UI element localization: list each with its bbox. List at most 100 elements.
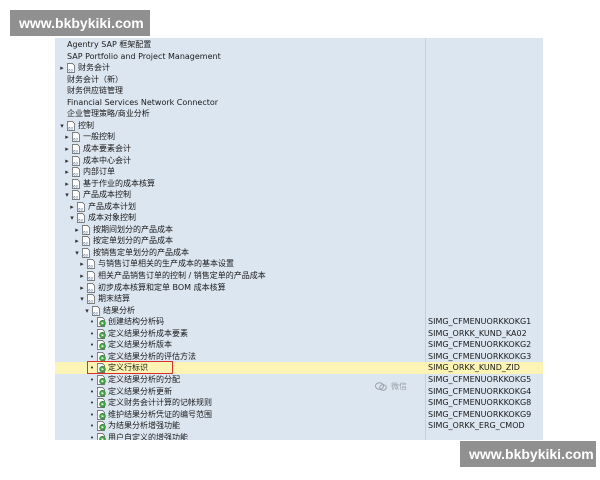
tree-node-label[interactable]: 创建结构分析码 — [108, 316, 164, 328]
collapse-arrow-icon[interactable]: ▾ — [73, 247, 81, 259]
tree-node[interactable]: ▸ 63 财务会计 — [55, 62, 543, 74]
tree-node[interactable]: 企业管理策略/商业分析 — [55, 108, 543, 120]
tree-node[interactable]: • 定义结果分析更新 SIMG_CFMENUORKKOKG4 — [55, 386, 543, 398]
tree-node[interactable]: ▸ 63 按期间划分的产品成本 — [55, 224, 543, 236]
tree-node-label[interactable]: Agentry SAP 框架配置 — [67, 39, 151, 51]
expand-arrow-icon[interactable]: ▸ — [78, 270, 86, 282]
tree-node-label[interactable]: 产品成本计划 — [88, 201, 136, 213]
execute-activity-icon[interactable] — [96, 421, 106, 431]
tree-node[interactable]: ▸ 63 基于作业的成本核算 — [55, 178, 543, 190]
tree-node[interactable]: 财务供应链管理 — [55, 85, 543, 97]
tree-node-label[interactable]: 定义结果分析更新 — [108, 386, 172, 398]
tree-node-label[interactable]: Financial Services Network Connector — [67, 97, 218, 109]
tree-node[interactable]: ▸ 63 相关产品销售订单的控制 / 销售定单的产品成本 — [55, 270, 543, 282]
svg-text:63: 63 — [73, 161, 78, 165]
svg-text:63: 63 — [88, 288, 93, 292]
execute-activity-icon[interactable] — [96, 386, 106, 397]
collapse-arrow-icon[interactable]: ▾ — [63, 189, 71, 201]
expand-arrow-icon[interactable]: ▸ — [73, 235, 81, 247]
tree-node-label[interactable]: 与销售订单相关的生产成本的基本设置 — [98, 258, 234, 270]
tree-node[interactable]: • 定义财务会计计算的记帐规则 SIMG_CFMENUORKKOKG8 — [55, 397, 543, 409]
tree-node-label[interactable]: 财务供应链管理 — [67, 85, 123, 97]
img-structure-tree[interactable]: Agentry SAP 框架配置 SAP Portfolio and Projec… — [55, 38, 543, 440]
tree-node-label[interactable]: 定义财务会计计算的记帐规则 — [108, 397, 212, 409]
tree-node[interactable]: ▾ 63 结果分析 — [55, 305, 543, 317]
tree-node-label[interactable]: 为结果分析增强功能 — [108, 420, 180, 432]
tree-node[interactable]: 财务会计（新） — [55, 74, 543, 86]
tree-node-label[interactable]: 财务会计 — [78, 62, 110, 74]
tree-node[interactable]: • 定义结果分析成本要素 SIMG_ORKK_KUND_KA02 — [55, 328, 543, 340]
execute-activity-icon[interactable] — [96, 351, 106, 362]
leaf-bullet-icon: • — [89, 329, 95, 338]
tree-node-label[interactable]: 财务会计（新） — [67, 74, 123, 86]
tree-node-label[interactable]: 定义结果分析版本 — [108, 339, 172, 351]
collapse-arrow-icon[interactable]: ▾ — [68, 212, 76, 224]
tree-node[interactable]: • 创建结构分析码 SIMG_CFMENUORKKOKG1 — [55, 316, 543, 328]
tree-node[interactable]: ▸ 63 按定单划分的产品成本 — [55, 235, 543, 247]
tree-node[interactable]: ▾ 63 产品成本控制 — [55, 189, 543, 201]
leaf-bullet-icon: • — [89, 410, 95, 419]
expand-arrow-icon[interactable]: ▸ — [63, 131, 71, 143]
tree-node-label[interactable]: 结果分析 — [103, 305, 135, 317]
tree-node[interactable]: ▸ 63 初步成本核算和定单 BOM 成本核算 — [55, 282, 543, 294]
tree-node[interactable]: Financial Services Network Connector — [55, 97, 543, 109]
expand-arrow-icon[interactable]: ▸ — [63, 155, 71, 167]
execute-activity-icon[interactable] — [96, 398, 106, 408]
tree-node[interactable]: • 维护结果分析凭证的编号范围 SIMG_CFMENUORKKOKG9 — [55, 409, 543, 421]
tree-node-label[interactable]: 按定单划分的产品成本 — [93, 235, 173, 247]
execute-activity-icon[interactable] — [96, 432, 106, 440]
tree-node-label[interactable]: 基于作业的成本核算 — [83, 178, 155, 190]
tree-node[interactable]: • 为结果分析增强功能 SIMG_ORKK_ERG_CMOD — [55, 420, 543, 432]
tree-node-label[interactable]: 按期间划分的产品成本 — [93, 224, 173, 236]
execute-activity-icon[interactable] — [96, 340, 106, 351]
tree-node[interactable]: • 定义行标识 SIMG_ORKK_KUND_ZID — [55, 361, 543, 375]
tree-node[interactable]: • 定义结果分析版本 SIMG_CFMENUORKKOKG2 — [55, 339, 543, 351]
tree-node-label[interactable]: 产品成本控制 — [83, 189, 131, 201]
tree-node[interactable]: SAP Portfolio and Project Management — [55, 51, 543, 63]
tree-node-label[interactable]: 维护结果分析凭证的编号范围 — [108, 409, 212, 421]
execute-activity-icon[interactable] — [96, 317, 106, 328]
tree-node[interactable]: ▾ 63 成本对象控制 — [55, 212, 543, 224]
tree-node-label[interactable]: 控制 — [78, 120, 94, 132]
tree-node-label[interactable]: 成本要素会计 — [83, 143, 131, 155]
tree-node[interactable]: ▸ 63 内部订单 — [55, 166, 543, 178]
expand-arrow-icon[interactable]: ▸ — [63, 143, 71, 155]
execute-activity-icon[interactable] — [96, 328, 106, 339]
tree-node[interactable]: ▸ 63 成本中心会计 — [55, 155, 543, 167]
tree-node-label[interactable]: 期末结算 — [98, 293, 130, 305]
tree-node-label[interactable]: 相关产品销售订单的控制 / 销售定单的产品成本 — [98, 270, 266, 282]
tree-node[interactable]: Agentry SAP 框架配置 — [55, 39, 543, 51]
tree-node[interactable]: • 用户自定义的增强功能 — [55, 432, 543, 440]
execute-activity-icon[interactable] — [96, 409, 106, 420]
tree-node[interactable]: ▾ 63 按销售定单划分的产品成本 — [55, 247, 543, 259]
tree-node[interactable]: ▸ 63 一般控制 — [55, 131, 543, 143]
tree-node-label[interactable]: 一般控制 — [83, 131, 115, 143]
tree-node-label[interactable]: 用户自定义的增强功能 — [108, 432, 188, 440]
collapse-arrow-icon[interactable]: ▾ — [58, 120, 66, 132]
tree-node-label[interactable]: 定义结果分析的分配 — [108, 374, 180, 386]
tree-node-label[interactable]: 内部订单 — [83, 166, 115, 178]
tree-node-label[interactable]: 定义结果分析成本要素 — [108, 328, 188, 340]
tree-node-label[interactable]: 企业管理策略/商业分析 — [67, 108, 150, 120]
tree-node-label[interactable]: SAP Portfolio and Project Management — [67, 51, 221, 63]
tree-node[interactable]: ▸ 63 成本要素会计 — [55, 143, 543, 155]
tree-node-label[interactable]: 按销售定单划分的产品成本 — [93, 247, 189, 259]
tree-node[interactable]: ▸ 63 与销售订单相关的生产成本的基本设置 — [55, 258, 543, 270]
collapse-arrow-icon[interactable]: ▾ — [83, 305, 91, 317]
expand-arrow-icon[interactable]: ▸ — [68, 201, 76, 213]
expand-arrow-icon[interactable]: ▸ — [58, 62, 66, 74]
tree-node[interactable]: ▾ 63 控制 — [55, 120, 543, 132]
expand-arrow-icon[interactable]: ▸ — [78, 258, 86, 270]
tree-node-label[interactable]: 初步成本核算和定单 BOM 成本核算 — [98, 282, 226, 294]
tree-node-label[interactable]: 成本中心会计 — [83, 155, 131, 167]
expand-arrow-icon[interactable]: ▸ — [78, 282, 86, 294]
expand-arrow-icon[interactable]: ▸ — [63, 166, 71, 178]
tree-node[interactable]: • 定义结果分析的分配 SIMG_CFMENUORKKOKG5 — [55, 374, 543, 386]
tree-node[interactable]: ▸ 63 产品成本计划 — [55, 201, 543, 213]
expand-arrow-icon[interactable]: ▸ — [63, 178, 71, 190]
execute-activity-icon[interactable] — [96, 375, 106, 385]
expand-arrow-icon[interactable]: ▸ — [73, 224, 81, 236]
tree-node-label[interactable]: 成本对象控制 — [88, 212, 136, 224]
tree-node[interactable]: ▾ 63 期末结算 — [55, 293, 543, 305]
collapse-arrow-icon[interactable]: ▾ — [78, 293, 86, 305]
